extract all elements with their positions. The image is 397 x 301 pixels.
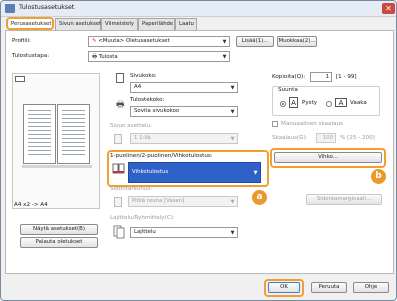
- scaling-range: % [25 - 200]: [340, 135, 375, 141]
- page-size-label: Sivukoko:: [130, 73, 157, 79]
- preview-shadow: [22, 165, 92, 168]
- chevron-down-icon: ▼: [230, 109, 235, 115]
- manual-scaling-checkbox[interactable]: [272, 121, 278, 127]
- landscape-label: Vaaka: [350, 100, 367, 106]
- landscape-icon: A: [335, 98, 347, 107]
- profile-label: Profiili:: [12, 38, 31, 44]
- tab-quality[interactable]: Laatu: [175, 18, 197, 30]
- output-size-select[interactable]: Sovita sivukokoo ▼: [130, 106, 238, 117]
- preview-page-left: [23, 104, 56, 164]
- copies-input[interactable]: 1: [310, 72, 332, 82]
- duplex-label: 1-puolinen/2-puolinen/Vihkotulostus:: [110, 153, 213, 159]
- duplex-value: Vihkotulostus: [132, 169, 169, 175]
- show-settings-button[interactable]: Näytä asetukset(B): [20, 224, 98, 235]
- pencil-icon: ✎: [92, 38, 97, 44]
- chevron-down-icon: ▼: [222, 39, 227, 45]
- page-size-value: A4: [134, 84, 142, 90]
- window-title: Tulostusasetukset: [19, 4, 75, 11]
- page-size-select[interactable]: A4 ▼: [130, 82, 238, 93]
- close-icon[interactable]: ✕: [382, 3, 395, 14]
- pages-per-sheet-select[interactable]: 1 1:llä ▼: [130, 133, 238, 144]
- preview-caption: A4 x2 -> A4: [14, 202, 48, 208]
- chevron-down-icon: ▼: [230, 136, 235, 142]
- output-method-value: Tulosta: [98, 54, 118, 60]
- manual-scaling-label: Manuaalinen skaalaus: [281, 121, 343, 127]
- chevron-down-icon: ▼: [253, 170, 258, 176]
- callout-a: a: [252, 190, 267, 205]
- restore-defaults-button[interactable]: Palauta oletukset: [20, 237, 98, 248]
- duplex-select[interactable]: Vihkotulostus ▼: [128, 162, 261, 183]
- orientation-label: Suunta: [278, 87, 298, 93]
- add-profile-button[interactable]: Lisää(1)...: [236, 36, 274, 47]
- ok-button[interactable]: OK: [268, 282, 300, 293]
- page-icon: [114, 197, 122, 207]
- tab-paper-source[interactable]: Paperilähde: [138, 18, 175, 30]
- stapling-icon: [113, 225, 127, 239]
- portrait-icon: A: [289, 97, 298, 108]
- binding-location-label: Sidontareunus:: [110, 186, 153, 192]
- chevron-down-icon: ▼: [222, 54, 227, 60]
- copies-label: Kopioita(Q):: [272, 74, 306, 80]
- preview-page-right: [57, 104, 90, 164]
- pages-per-sheet-label: Sivun asettelu:: [110, 123, 152, 129]
- output-size-label: Tulostekoko:: [130, 97, 165, 103]
- output-method-label: Tulostustapa:: [12, 53, 50, 59]
- output-size-value: Sovita sivukokoo: [134, 108, 180, 114]
- print-settings-window: Tulostusasetukset ✕ Perusasetukset Sivun…: [0, 0, 397, 301]
- stapling-label: Lajittelu/Ryhmittely(C):: [110, 215, 175, 221]
- output-method-select[interactable]: 🖶 Tulosta ▼: [88, 51, 230, 62]
- booklet-icon: [112, 162, 125, 175]
- binding-location-select[interactable]: Pitkä reuna [Vasen] ▼: [128, 196, 238, 207]
- edit-profile-button[interactable]: Muokkaa(2)...: [277, 36, 317, 47]
- help-button[interactable]: Ohje: [353, 282, 389, 293]
- chevron-down-icon: ▼: [230, 230, 235, 236]
- tab-finishing[interactable]: Viimeistely: [101, 18, 138, 30]
- profile-value: <Muuta> Oletusasetukset: [98, 38, 170, 44]
- preview-mode-icon[interactable]: [15, 76, 25, 82]
- tab-basic-settings[interactable]: Perusasetukset: [6, 17, 54, 30]
- profile-select[interactable]: ✎ <Muuta> Oletusasetukset ▼: [88, 36, 230, 47]
- settings-panel: Profiili: ✎ <Muuta> Oletusasetukset ▼ Li…: [5, 30, 394, 274]
- chevron-down-icon: ▼: [230, 199, 235, 205]
- portrait-label: Pysty: [302, 100, 318, 106]
- cancel-button[interactable]: Peruuta: [311, 282, 347, 293]
- pages-per-sheet-value: 1 1:llä: [134, 135, 151, 141]
- stapling-select[interactable]: Lajittelu ▼: [130, 227, 238, 238]
- booklet-button[interactable]: Vihko...: [274, 152, 382, 163]
- callout-b: b: [371, 169, 386, 184]
- stapling-value: Lajittelu: [134, 229, 156, 235]
- printer-icon: 🖶: [116, 100, 125, 110]
- preview-pane: [12, 73, 100, 209]
- binding-margin-button[interactable]: Sidontamarginaali...: [306, 194, 382, 205]
- portrait-radio[interactable]: [280, 101, 286, 107]
- printer-icon: 🖶: [92, 54, 98, 60]
- page-icon: [116, 73, 124, 83]
- tab-page-setup[interactable]: Sivun asetukset: [55, 18, 101, 30]
- printer-icon: [5, 4, 15, 13]
- landscape-radio[interactable]: [326, 101, 332, 107]
- page-icon: [114, 134, 122, 144]
- binding-location-value: Pitkä reuna [Vasen]: [132, 198, 185, 204]
- scaling-input[interactable]: 100: [316, 133, 336, 143]
- chevron-down-icon: ▼: [230, 85, 235, 91]
- title-bar: Tulostusasetukset ✕: [1, 1, 396, 17]
- copies-range: [1 - 99]: [336, 74, 357, 80]
- scaling-label: Skaalaus(G):: [272, 135, 308, 141]
